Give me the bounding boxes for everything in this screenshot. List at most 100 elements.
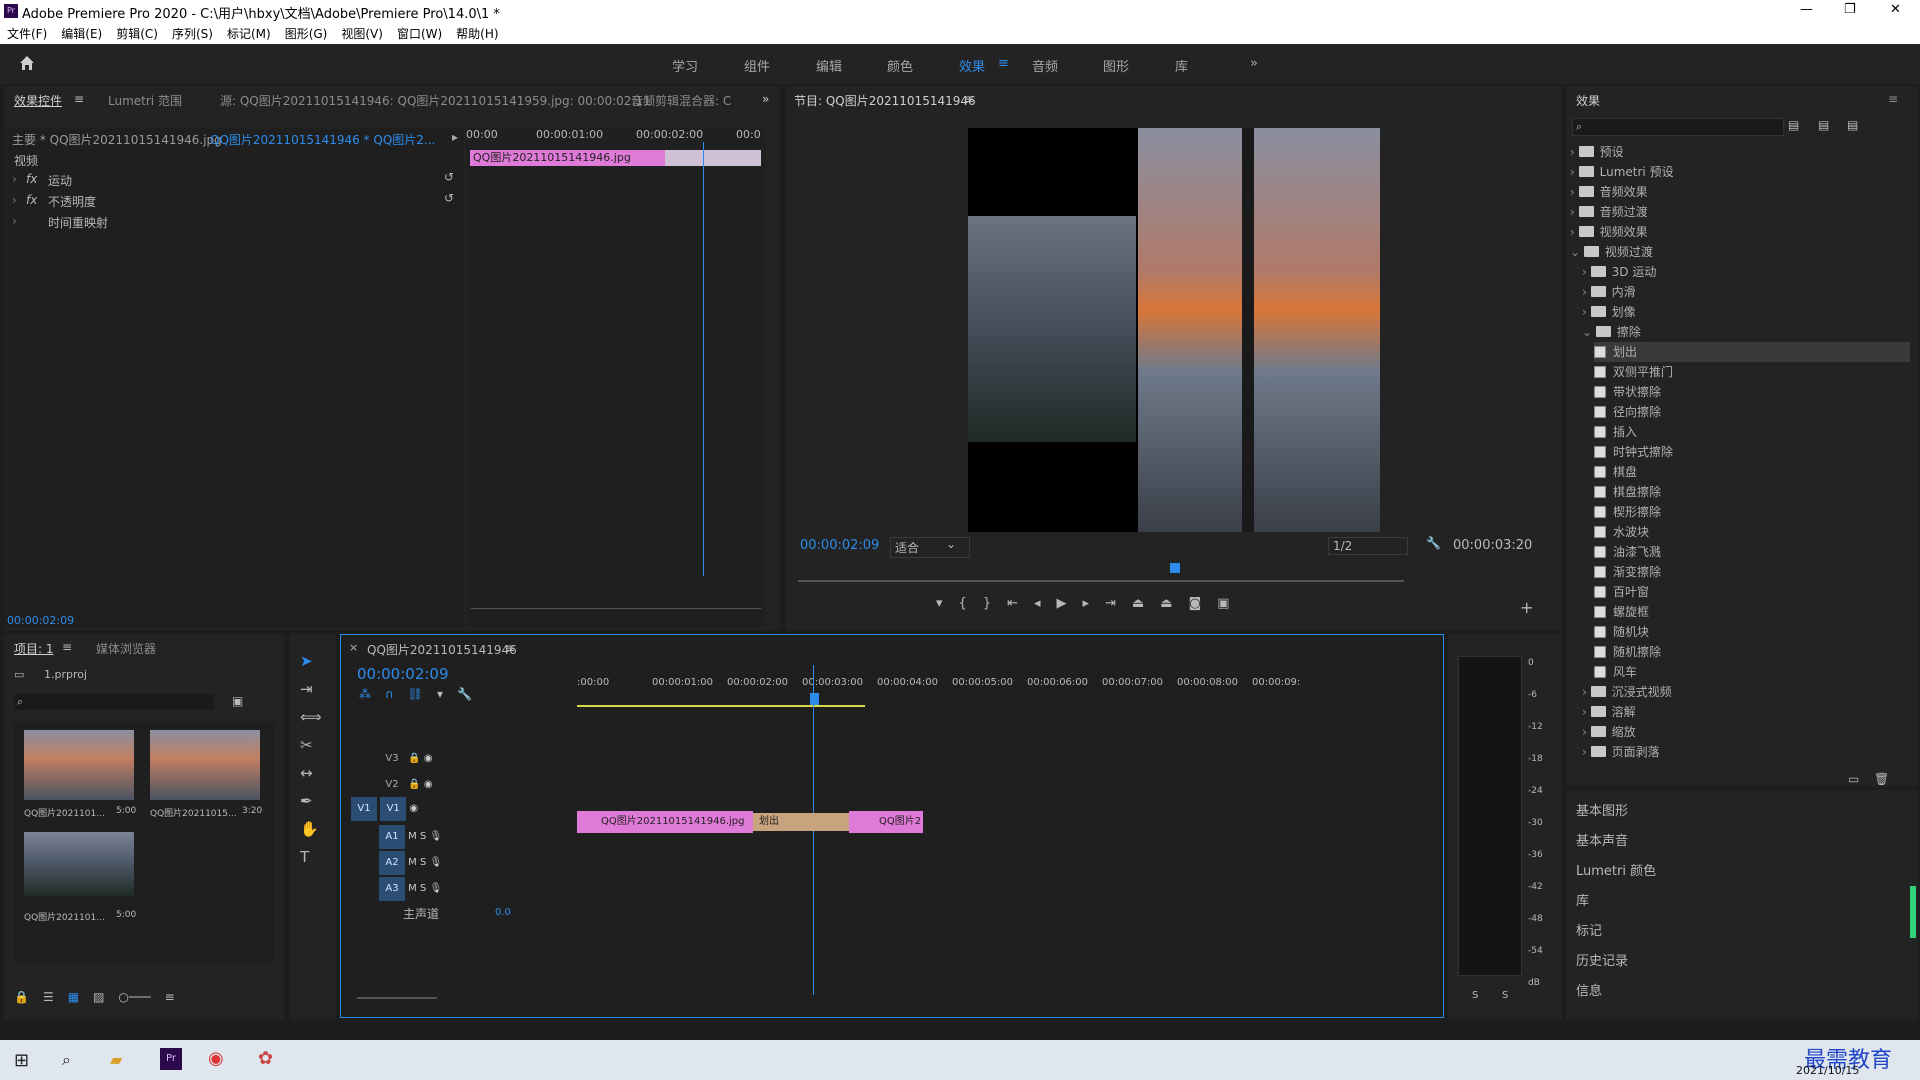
- playhead-handle[interactable]: [810, 693, 819, 705]
- workspace-color[interactable]: 颜色: [887, 56, 913, 75]
- effects-folder[interactable]: › 预设: [1570, 142, 1910, 162]
- chevron-right-icon[interactable]: ⌄: [1570, 245, 1584, 259]
- play-icon[interactable]: ▶: [1057, 596, 1067, 616]
- search-icon[interactable]: ⌕: [62, 1050, 71, 1070]
- 32bit-effects-icon[interactable]: ▤: [1818, 118, 1829, 132]
- section-lumetri-color[interactable]: Lumetri 颜色: [1576, 860, 1656, 879]
- slip-tool-icon[interactable]: ↔: [300, 764, 322, 782]
- chevron-right-icon[interactable]: ›: [1582, 725, 1591, 739]
- more-workspaces-icon[interactable]: »: [1250, 56, 1258, 71]
- effects-search-input[interactable]: ⌕: [1572, 118, 1784, 136]
- list-view-icon[interactable]: ☰: [43, 990, 54, 1006]
- program-playhead-marker[interactable]: [1170, 563, 1180, 573]
- project-search-input[interactable]: ⌕: [14, 694, 214, 710]
- workspace-menu-icon[interactable]: ≡: [998, 56, 1009, 71]
- effect-item[interactable]: 带状擦除: [1594, 382, 1910, 402]
- effect-item[interactable]: 水波块: [1594, 522, 1910, 542]
- lock-icon[interactable]: 🔒: [14, 990, 29, 1006]
- effect-item[interactable]: 楔形擦除: [1594, 502, 1910, 522]
- project-thumbnail[interactable]: [24, 832, 134, 896]
- effects-folder[interactable]: › 划像: [1582, 302, 1910, 322]
- section-info[interactable]: 信息: [1576, 980, 1602, 999]
- project-thumbnail[interactable]: [24, 730, 134, 800]
- hand-tool-icon[interactable]: ✋: [300, 820, 322, 838]
- comparison-view-icon[interactable]: ▣: [1217, 596, 1229, 616]
- ec-clip-bar[interactable]: QQ图片20211015141946.jpg: [470, 150, 665, 166]
- effects-folder[interactable]: › 溶解: [1582, 702, 1910, 722]
- ec-transition-bar[interactable]: [665, 150, 761, 166]
- effect-item[interactable]: 随机块: [1594, 622, 1910, 642]
- reset-motion-icon[interactable]: ↺: [444, 170, 454, 184]
- effects-folder[interactable]: › 视频效果: [1570, 222, 1910, 242]
- go-to-out-icon[interactable]: ⇥: [1105, 596, 1116, 616]
- settings-wrench-icon[interactable]: 🔧: [1426, 536, 1441, 550]
- effect-item[interactable]: 百叶窗: [1594, 582, 1910, 602]
- freeform-view-icon[interactable]: ▨: [93, 990, 104, 1006]
- track-v1-label[interactable]: V1: [380, 797, 407, 821]
- chevron-right-icon[interactable]: ⌄: [1582, 325, 1596, 339]
- effects-folder[interactable]: ⌄ 擦除: [1582, 322, 1910, 342]
- go-to-in-icon[interactable]: ⇤: [1007, 596, 1018, 616]
- eye-icon[interactable]: ◉: [409, 803, 418, 814]
- effects-menu-icon[interactable]: ≡: [1888, 92, 1898, 106]
- menu-view[interactable]: 视图(V): [334, 22, 390, 42]
- timeline-zoom-scrollbar[interactable]: [357, 997, 437, 999]
- tab-source[interactable]: 源: QQ图片20211015141946: QQ图片2021101514195…: [220, 92, 651, 109]
- fit-chevron-down-icon[interactable]: ⌄: [946, 537, 956, 551]
- project-menu-icon[interactable]: ≡: [62, 640, 72, 654]
- effects-folder[interactable]: › Lumetri 预设: [1570, 162, 1910, 182]
- tab-lumetri-scopes[interactable]: Lumetri 范围: [108, 92, 182, 109]
- fit-dropdown[interactable]: 适合: [890, 537, 970, 558]
- sort-icon[interactable]: ≡: [165, 990, 175, 1006]
- home-icon[interactable]: [18, 54, 36, 72]
- add-marker-icon[interactable]: ▾: [936, 596, 943, 616]
- delete-icon[interactable]: 🗑: [1874, 772, 1889, 786]
- zoom-slider[interactable]: ○───: [118, 990, 150, 1006]
- effect-item[interactable]: 插入: [1594, 422, 1910, 442]
- effect-item[interactable]: 油漆飞溅: [1594, 542, 1910, 562]
- timeline-settings-wrench-icon[interactable]: 🔧: [457, 687, 472, 701]
- lock-icon[interactable]: 🔒: [408, 753, 420, 764]
- workspace-graphics[interactable]: 图形: [1103, 56, 1129, 75]
- export-frame-camera-icon[interactable]: ◙: [1189, 596, 1202, 616]
- section-essential-sound[interactable]: 基本声音: [1576, 830, 1628, 849]
- time-remap-expand-icon[interactable]: ›: [12, 214, 17, 228]
- premiere-taskbar-icon[interactable]: Pr: [160, 1048, 182, 1070]
- yuv-effects-icon[interactable]: ▤: [1847, 118, 1858, 132]
- track-a2-label[interactable]: A2: [379, 851, 405, 875]
- timeline-timecode[interactable]: 00:00:02:09: [357, 665, 449, 683]
- menu-window[interactable]: 窗口(W): [390, 22, 449, 42]
- nest-icon[interactable]: ⁂: [359, 687, 371, 701]
- solo-right-button[interactable]: S: [1502, 990, 1508, 1001]
- snap-magnet-icon[interactable]: ∩: [385, 687, 394, 701]
- effect-item[interactable]: 螺旋框: [1594, 602, 1910, 622]
- sequence-menu-icon[interactable]: ≡: [505, 641, 515, 655]
- track-select-tool-icon[interactable]: ⇥: [300, 680, 322, 698]
- new-bin-icon[interactable]: ▭: [1848, 772, 1859, 786]
- effect-item[interactable]: 时钟式擦除: [1594, 442, 1910, 462]
- ripple-edit-tool-icon[interactable]: ⟺: [300, 708, 322, 726]
- chevron-right-icon[interactable]: ›: [1570, 225, 1579, 239]
- clip-v1-1[interactable]: QQ图片20211015141946.jpg: [577, 811, 753, 833]
- program-scrubber[interactable]: [798, 580, 1404, 582]
- track-v2-label[interactable]: V2: [379, 773, 405, 797]
- step-back-icon[interactable]: ◂: [1034, 596, 1041, 616]
- chevron-right-icon[interactable]: ›: [1582, 265, 1591, 279]
- reset-opacity-icon[interactable]: ↺: [444, 191, 454, 205]
- workspace-assembly[interactable]: 组件: [744, 56, 770, 75]
- mic-icon[interactable]: 🎙: [430, 831, 443, 842]
- mark-in-icon[interactable]: {: [959, 596, 967, 616]
- track-a3-label[interactable]: A3: [379, 877, 405, 901]
- project-item-name[interactable]: QQ图片20211015...: [150, 806, 237, 819]
- clip-v1-2[interactable]: QQ图片2: [849, 811, 923, 833]
- step-forward-icon[interactable]: ▸: [1083, 596, 1090, 616]
- effect-item[interactable]: 棋盘擦除: [1594, 482, 1910, 502]
- chevron-right-icon[interactable]: ›: [1582, 745, 1591, 759]
- work-area-bar[interactable]: [577, 705, 865, 707]
- more-tabs-icon[interactable]: »: [762, 92, 769, 106]
- section-essential-graphics[interactable]: 基本图形: [1576, 800, 1628, 819]
- windows-start-icon[interactable]: ⊞: [14, 1050, 29, 1071]
- mark-out-icon[interactable]: }: [983, 596, 991, 616]
- tab-audio-clip-mixer[interactable]: 音频剪辑混合器: C: [631, 92, 731, 109]
- chevron-right-icon[interactable]: ›: [1570, 145, 1579, 159]
